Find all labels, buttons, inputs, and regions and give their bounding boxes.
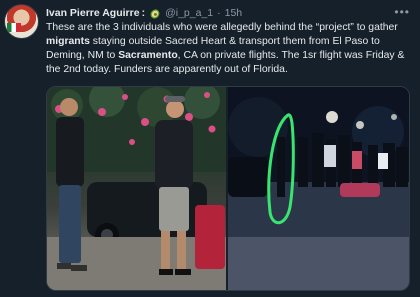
tweet-text: These are the 3 individuals who were all… bbox=[46, 21, 412, 77]
tweet-text-part: These are the 3 individuals who were all… bbox=[46, 22, 398, 33]
tweet-media[interactable] bbox=[46, 86, 410, 291]
photo-left[interactable] bbox=[47, 87, 226, 290]
photo-right-scene bbox=[228, 87, 409, 290]
avocado-emoji-icon bbox=[149, 8, 161, 19]
tweet-text-bold: Sacramento bbox=[118, 50, 178, 61]
photo-left-scene bbox=[47, 87, 226, 290]
tweet-header: Ivan Pierre Aguirre : @i_p_a_1 · 15h bbox=[46, 6, 242, 20]
time-separator: · bbox=[217, 7, 221, 19]
photo-right[interactable] bbox=[228, 87, 409, 290]
tweet-text-bold: migrants bbox=[46, 36, 90, 47]
tweet-timestamp[interactable]: 15h bbox=[225, 7, 243, 19]
mexico-flag-icon bbox=[7, 23, 21, 32]
author-handle[interactable]: @i_p_a_1 bbox=[165, 7, 213, 19]
name-colon: : bbox=[141, 7, 146, 19]
more-options-icon[interactable]: ••• bbox=[394, 5, 410, 19]
avatar[interactable] bbox=[4, 4, 39, 39]
tweet-card[interactable]: Ivan Pierre Aguirre : @i_p_a_1 · 15h •••… bbox=[0, 0, 420, 297]
author-display-name[interactable]: Ivan Pierre Aguirre bbox=[46, 7, 140, 19]
